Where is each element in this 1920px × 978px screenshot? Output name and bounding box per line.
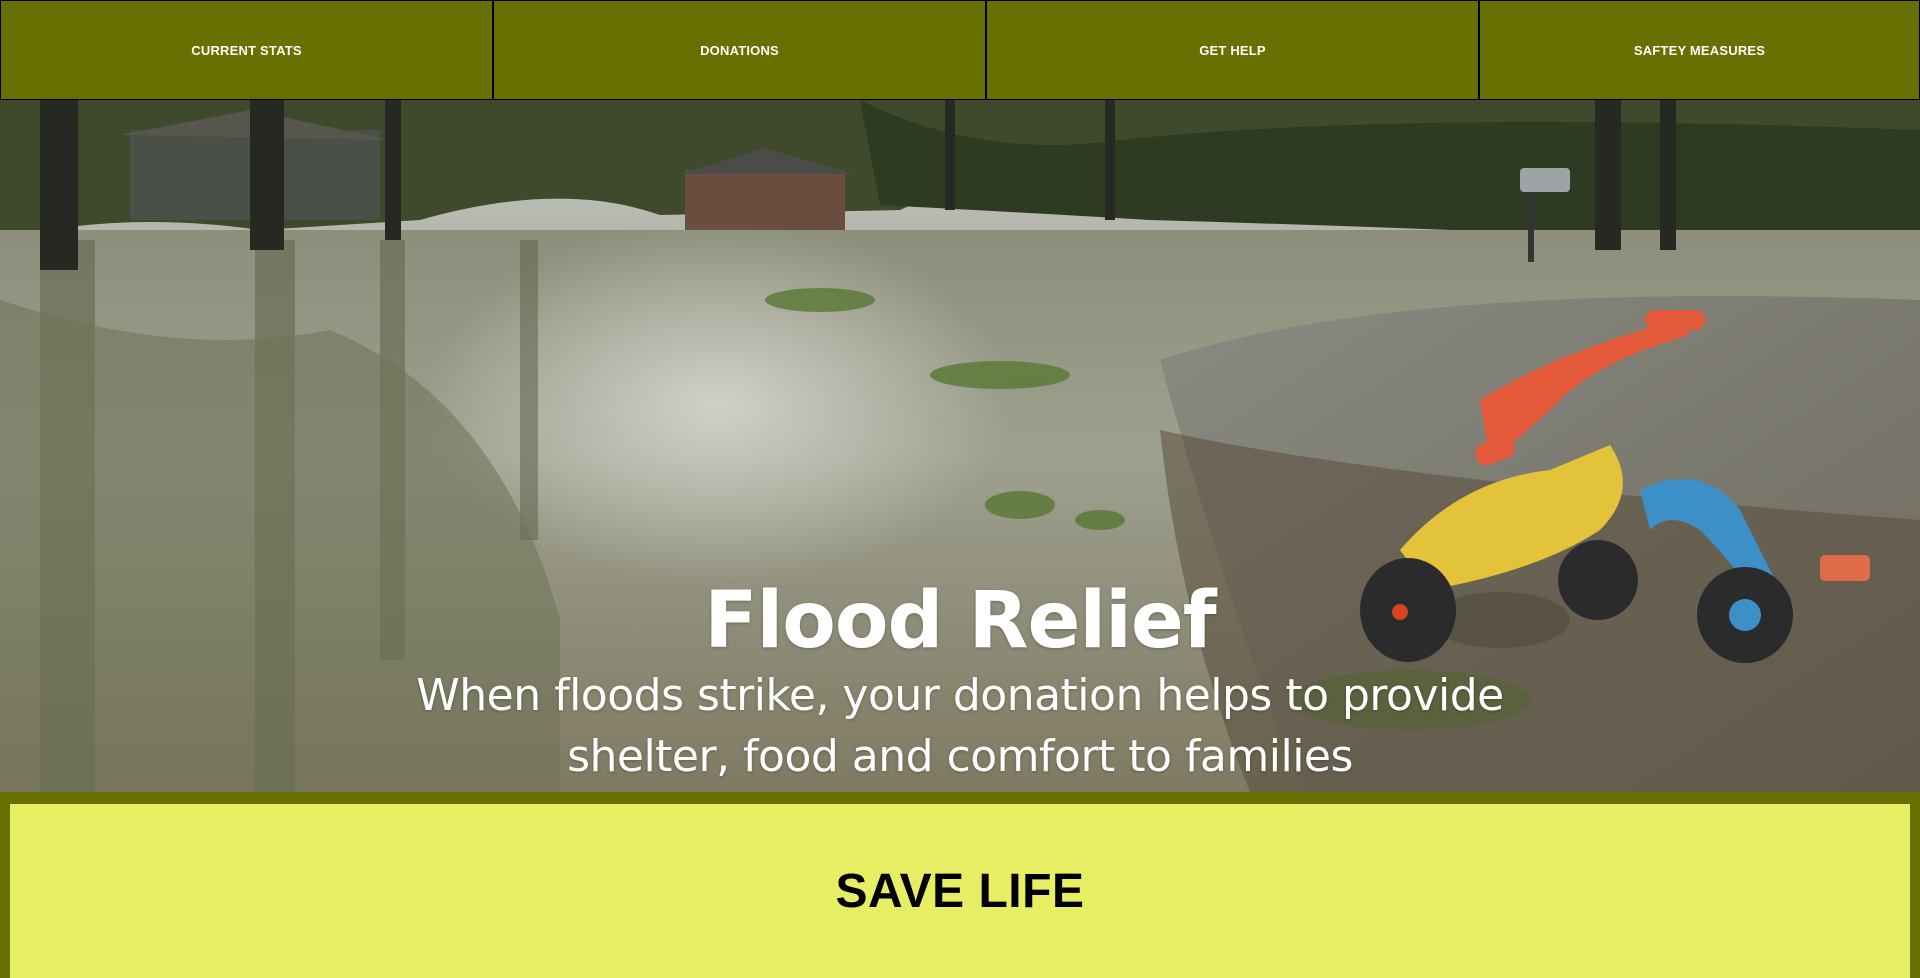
hero-banner: Flood Relief When floods strike, your do… [0, 100, 1920, 792]
hero-subtitle: When floods strike, your donation helps … [416, 670, 1504, 782]
nav-current-stats[interactable]: CURRENT STATS [0, 0, 493, 100]
nav-safety-measures[interactable]: SAFTEY MEASURES [1479, 0, 1920, 100]
hero-title: Flood Relief [704, 576, 1216, 666]
nav-donations[interactable]: DONATIONS [493, 0, 986, 100]
save-life-panel[interactable]: SAVE LIFE [10, 804, 1910, 978]
save-life-section: SAVE LIFE [0, 792, 1920, 978]
save-life-title: SAVE LIFE [835, 865, 1085, 918]
top-navigation: CURRENT STATS DONATIONS GET HELP SAFTEY … [0, 0, 1920, 100]
nav-get-help[interactable]: GET HELP [986, 0, 1479, 100]
